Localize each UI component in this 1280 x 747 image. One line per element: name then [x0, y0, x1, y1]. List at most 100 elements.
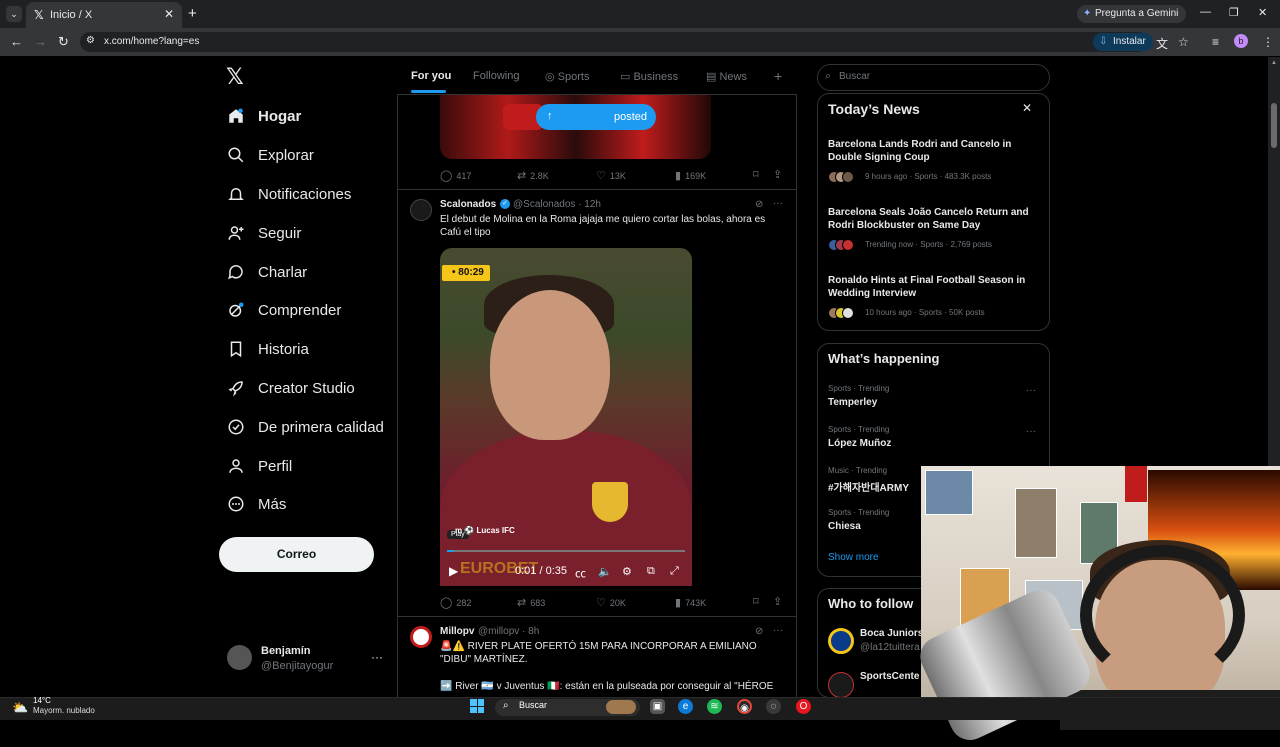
back-icon[interactable]: ←	[10, 34, 23, 49]
news-headline[interactable]: Barcelona Lands Rodri and Cancelo in Dou…	[828, 138, 1038, 164]
trend-name[interactable]: Chiesa	[828, 521, 861, 532]
edge-icon[interactable]: e	[678, 699, 693, 714]
follow-avatar[interactable]	[828, 628, 854, 654]
nav-item-explore[interactable]: Explorar	[226, 143, 314, 167]
tab-news[interactable]: ▤ News	[706, 70, 747, 83]
repost-button[interactable]: ⇄ 683	[517, 596, 545, 609]
browser-menu-icon[interactable]: ⋮	[1262, 35, 1274, 49]
grok-explain-icon[interactable]: ⊘	[755, 626, 763, 637]
reload-icon[interactable]: ↻	[58, 34, 69, 50]
author-avatar[interactable]	[410, 199, 432, 221]
trend-name[interactable]: López Muñoz	[828, 438, 891, 449]
post-more-icon[interactable]: ···	[773, 198, 783, 209]
trend-name[interactable]: Temperley	[828, 397, 877, 408]
author-avatar[interactable]	[410, 626, 432, 648]
show-more-link[interactable]: Show more	[828, 552, 879, 563]
share-button[interactable]: ⇪	[773, 168, 786, 181]
post-more-icon[interactable]: ···	[773, 625, 783, 636]
bookmark-button[interactable]: ⌑	[753, 595, 763, 608]
url-text[interactable]: x.com/home?lang=es	[104, 36, 199, 47]
install-app-button[interactable]: ⇩ Instalar	[1093, 33, 1153, 51]
tab-close-icon[interactable]: ✕	[164, 7, 174, 21]
grok-explain-icon[interactable]: ⊘	[755, 199, 763, 210]
scroll-up-icon[interactable]: ▲	[1271, 60, 1277, 66]
account-avatar[interactable]	[227, 645, 252, 670]
add-tab-button[interactable]: +	[774, 68, 782, 84]
post-button[interactable]: Correo	[219, 537, 374, 572]
scrollbar-thumb[interactable]	[1271, 103, 1277, 148]
repost-button[interactable]: ⇄ 2.8K	[517, 169, 549, 182]
nav-item-more[interactable]: Más	[226, 492, 286, 516]
tab-sports[interactable]: ◎ Sports	[545, 70, 589, 83]
author-name[interactable]: Scalonados	[440, 199, 496, 210]
author-handle[interactable]: @Scalonados · 12h	[513, 199, 601, 210]
reply-button[interactable]: ◯ 282	[440, 596, 471, 609]
nav-item-grok[interactable]: Comprender	[226, 298, 341, 322]
news-headline[interactable]: Barcelona Seals João Cancelo Return and …	[828, 206, 1038, 232]
weather-desc[interactable]: Mayorm. nublado	[33, 706, 95, 715]
views-button[interactable]: ▮ 169K	[675, 169, 706, 182]
tab-following[interactable]: Following	[473, 70, 519, 82]
translate-icon[interactable]: 文	[1156, 35, 1168, 52]
nav-item-chat[interactable]: Charlar	[226, 260, 307, 284]
chrome-icon[interactable]: ◉	[737, 699, 752, 714]
news-headline[interactable]: Ronaldo Hints at Final Football Season i…	[828, 274, 1038, 300]
author-name[interactable]: Millopv	[440, 626, 474, 637]
forward-icon[interactable]: →	[34, 34, 47, 49]
x-logo-icon[interactable]: 𝕏	[226, 64, 244, 90]
tab-for-you[interactable]: For you	[411, 70, 451, 82]
follow-avatar[interactable]	[828, 672, 854, 698]
nav-item-notifications[interactable]: Notificaciones	[226, 182, 351, 206]
fullscreen-icon[interactable]: ⤢	[670, 565, 679, 578]
minimize-button[interactable]: —	[1200, 6, 1211, 18]
account-handle[interactable]: @Benjitayogur	[261, 660, 333, 672]
pip-icon[interactable]: ⧉	[647, 565, 655, 578]
bookmark-star-icon[interactable]: ☆	[1178, 35, 1189, 49]
author-handle[interactable]: @millopv · 8h	[478, 626, 539, 637]
opera-icon[interactable]: O	[796, 699, 811, 714]
nav-item-home[interactable]: Hogar	[226, 104, 301, 128]
trend-name[interactable]: #가해자반대ARMY	[828, 479, 909, 494]
task-view-icon[interactable]: ▣	[650, 699, 665, 714]
maximize-button[interactable]: ❐	[1229, 6, 1239, 19]
new-posts-pill[interactable]: posted	[536, 104, 656, 130]
like-button[interactable]: ♡ 20K	[596, 596, 626, 609]
weather-icon[interactable]: ⛅	[12, 700, 28, 716]
nav-item-creator-studio[interactable]: Creator Studio	[226, 376, 355, 400]
volume-icon[interactable]: 🔈	[598, 565, 612, 578]
reading-list-icon[interactable]: ≡	[1212, 35, 1219, 49]
bookmark-button[interactable]: ⌑	[753, 168, 763, 181]
app-icon[interactable]: ◌	[766, 699, 781, 714]
spotify-icon[interactable]: ≋	[707, 699, 722, 714]
nav-item-profile[interactable]: Perfil	[226, 454, 292, 478]
nav-item-follow[interactable]: Seguir	[226, 221, 301, 245]
start-button[interactable]	[470, 699, 484, 713]
reply-button[interactable]: ◯ 417	[440, 169, 471, 182]
captions-icon[interactable]: ㏄	[575, 565, 586, 581]
tab-business[interactable]: ▭ Business	[620, 70, 678, 83]
settings-icon[interactable]: ⚙	[622, 565, 632, 578]
browser-tab[interactable]: 𝕏 Inicio / X ✕	[26, 2, 182, 28]
tab-search-button[interactable]: ⌄	[6, 6, 22, 22]
nav-item-bookmarks[interactable]: Historia	[226, 337, 309, 361]
nav-item-premium[interactable]: De primera calidad	[226, 415, 384, 439]
follow-name[interactable]: SportsCente	[860, 671, 919, 682]
play-icon[interactable]: ▶	[449, 564, 458, 578]
weather-temp[interactable]: 14°C	[33, 696, 51, 705]
share-button[interactable]: ⇪	[773, 595, 786, 608]
new-tab-button[interactable]: +	[188, 5, 197, 22]
video-progress-bar[interactable]	[447, 550, 685, 552]
like-button[interactable]: ♡ 13K	[596, 169, 626, 182]
account-menu-button[interactable]: ···	[371, 650, 383, 664]
account-name[interactable]: Benjamín	[261, 645, 311, 657]
address-bar[interactable]	[80, 32, 1148, 52]
views-button[interactable]: ▮ 743K	[675, 596, 706, 609]
close-window-button[interactable]: ✕	[1258, 6, 1267, 19]
trend-more-icon[interactable]: ···	[1026, 385, 1036, 396]
gemini-button[interactable]: ✦ Pregunta a Gemini	[1077, 5, 1187, 23]
site-info-icon[interactable]: ⚙	[86, 35, 95, 46]
follow-name[interactable]: Boca Juniors	[860, 628, 923, 639]
profile-avatar[interactable]: b	[1234, 34, 1248, 48]
trend-more-icon[interactable]: ···	[1026, 426, 1036, 437]
close-icon[interactable]: ✕	[1022, 101, 1032, 115]
